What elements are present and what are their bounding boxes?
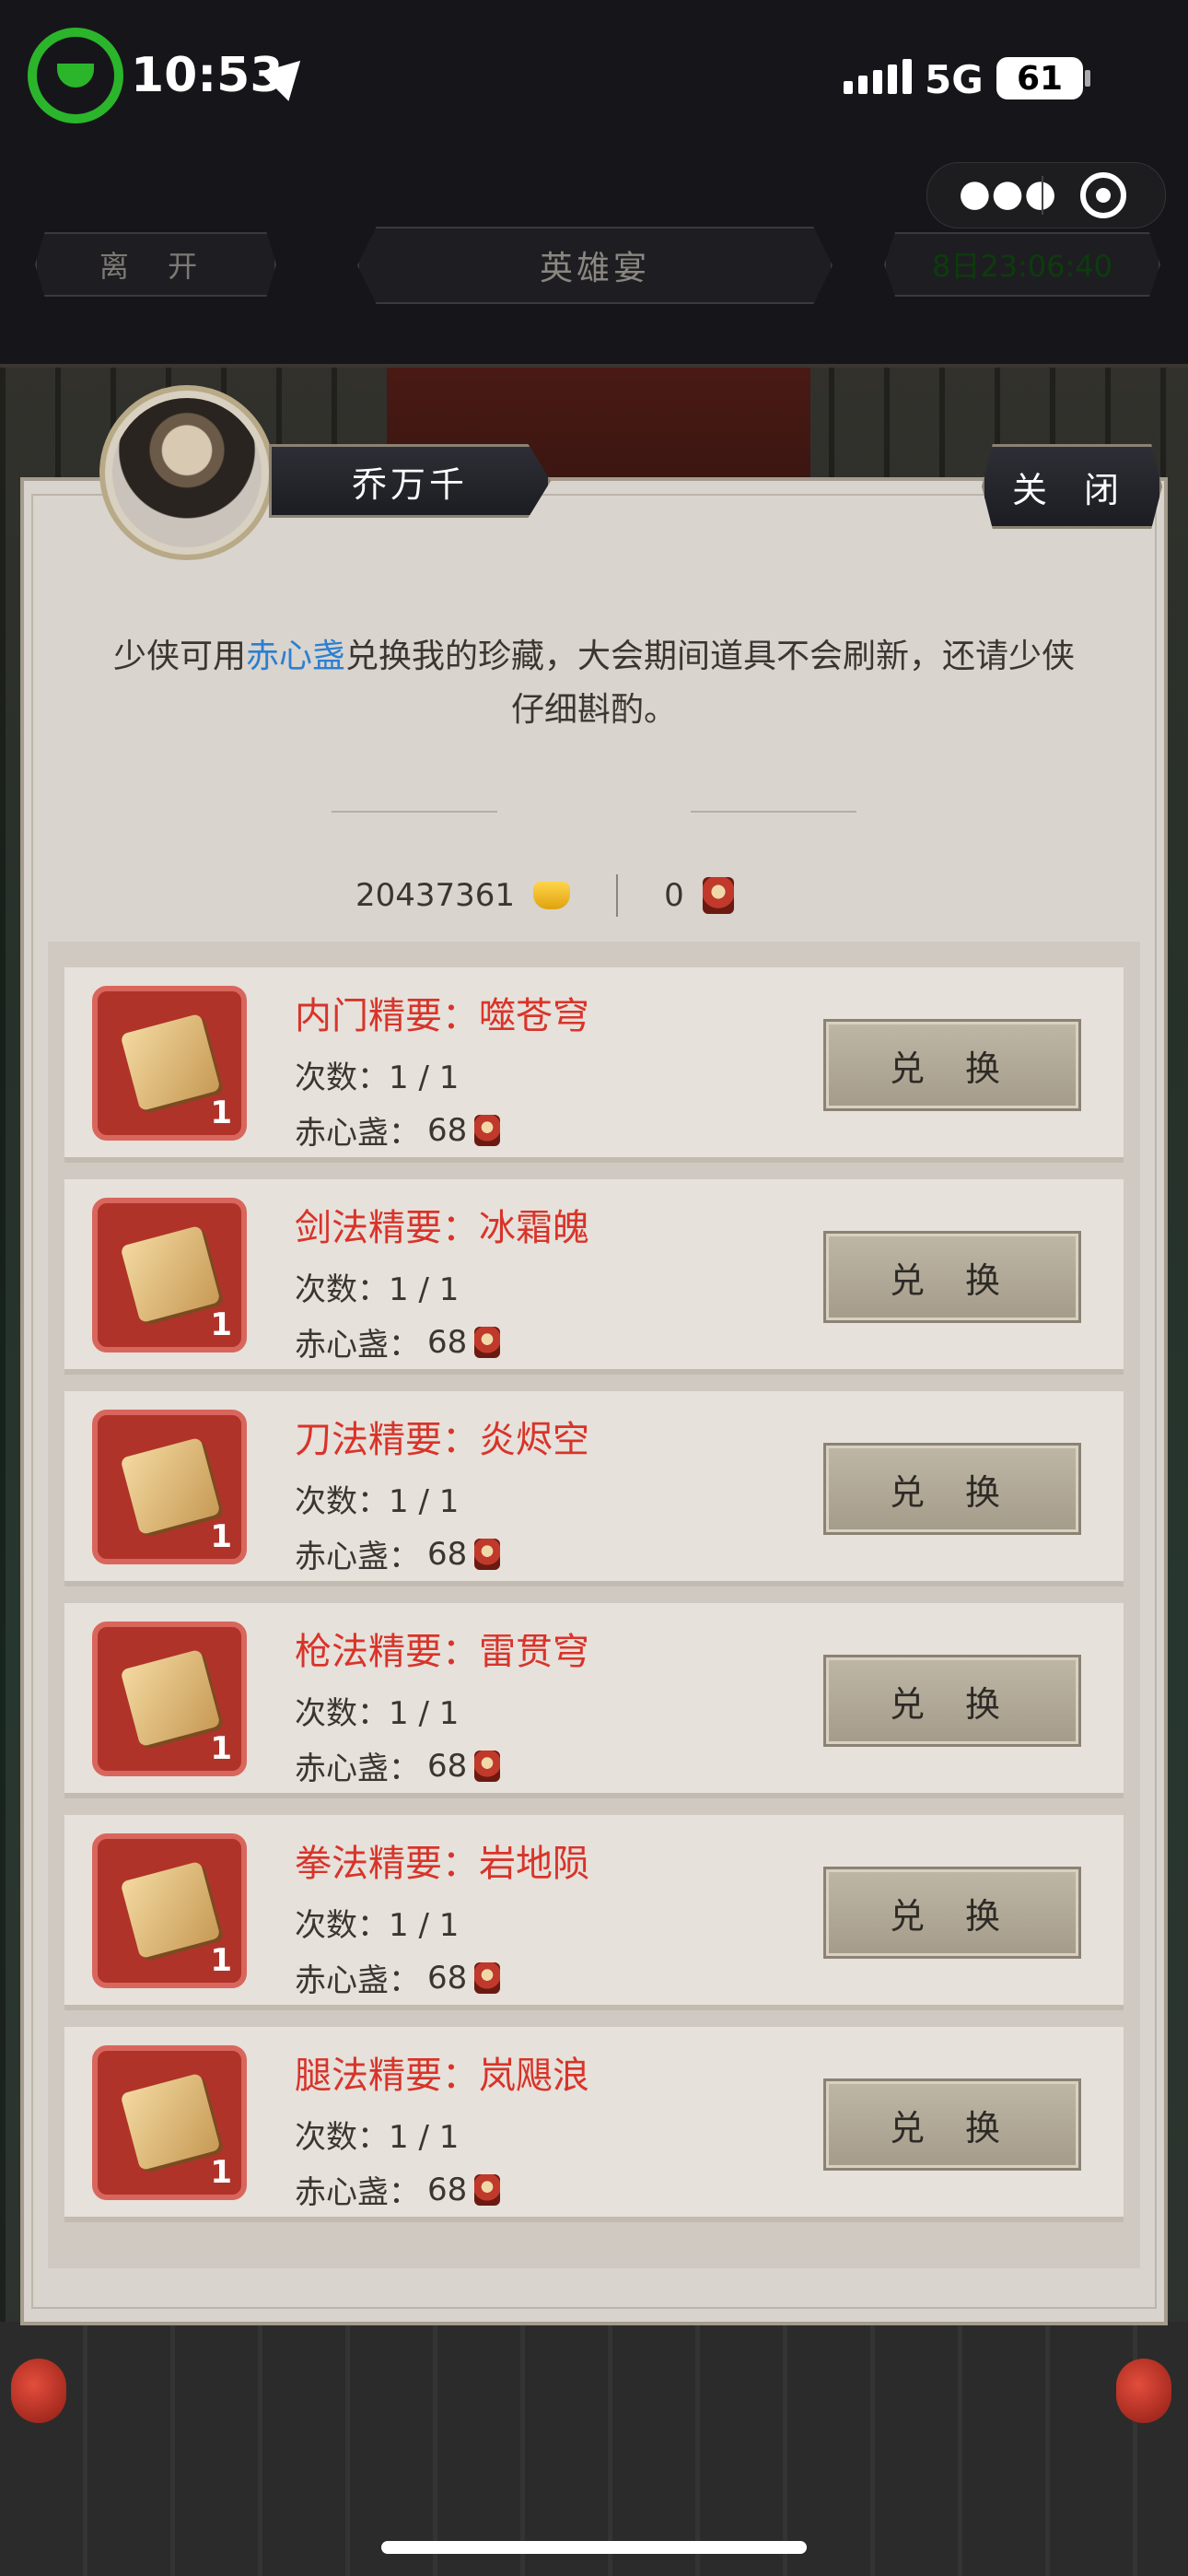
home-indicator[interactable] xyxy=(381,2541,807,2554)
status-time: 10:53 xyxy=(131,48,284,103)
redeem-button[interactable]: 兑 换 xyxy=(823,2078,1081,2171)
item-cost: 赤心盏： 68 xyxy=(295,1955,501,2000)
capsule-divider xyxy=(1042,176,1043,215)
chixinzhan-amount: 0 xyxy=(664,877,684,914)
manual-book-icon[interactable]: 1 xyxy=(92,1622,247,1776)
item-cost: 赤心盏： 68 xyxy=(295,2167,501,2212)
chixinzhan-icon xyxy=(474,1750,501,1782)
chixinzhan-icon xyxy=(474,1961,501,1994)
item-times: 次数：1 / 1 xyxy=(295,1483,460,1520)
wechat-recording-icon[interactable] xyxy=(28,28,123,123)
chixinzhan-icon xyxy=(474,1114,501,1146)
divider-ornament-right xyxy=(691,811,856,813)
list-item: 1 拳法精要：岩地陨 次数：1 / 1 赤心盏： 68 兑 换 xyxy=(64,1815,1124,2010)
item-name: 剑法精要：冰霜魄 xyxy=(295,1207,589,1249)
divider-ornament-left xyxy=(332,811,497,813)
item-cost: 赤心盏： 68 xyxy=(295,1531,501,1576)
list-item: 1 枪法精要：雷贯穹 次数：1 / 1 赤心盏： 68 兑 换 xyxy=(64,1603,1124,1798)
close-miniprogram-icon[interactable] xyxy=(1080,172,1126,218)
currency-separator xyxy=(616,874,619,917)
item-cost: 赤心盏： 68 xyxy=(295,1107,501,1153)
gold-amount: 20437361 xyxy=(355,877,516,914)
redeem-button[interactable]: 兑 换 xyxy=(823,1019,1081,1111)
network-type: 5G xyxy=(925,57,984,102)
redeem-button[interactable]: 兑 换 xyxy=(823,1231,1081,1323)
battery-icon: 61 xyxy=(996,57,1083,100)
item-name: 刀法精要：炎烬空 xyxy=(295,1419,589,1461)
item-cost: 赤心盏： 68 xyxy=(295,1743,501,1788)
close-button[interactable]: 关 闭 xyxy=(982,444,1162,529)
item-name: 腿法精要：岚飓浪 xyxy=(295,2055,589,2097)
manual-book-icon[interactable]: 1 xyxy=(92,1198,247,1352)
lantern-left xyxy=(11,2359,66,2423)
page-title: 英雄宴 xyxy=(357,227,833,304)
chixinzhan-icon xyxy=(702,877,734,914)
item-times: 次数：1 / 1 xyxy=(295,1695,460,1732)
chixinzhan-icon xyxy=(474,2173,501,2206)
battery-tip xyxy=(1085,70,1090,87)
redeem-button[interactable]: 兑 换 xyxy=(823,1655,1081,1747)
item-cost: 赤心盏： 68 xyxy=(295,1319,501,1364)
signal-icon xyxy=(844,59,912,94)
list-item: 1 腿法精要：岚飓浪 次数：1 / 1 赤心盏： 68 兑 换 xyxy=(64,2027,1124,2222)
manual-book-icon[interactable]: 1 xyxy=(92,986,247,1141)
list-item: 1 内门精要：噬苍穹 次数：1 / 1 赤心盏： 68 兑 换 xyxy=(64,967,1124,1163)
manual-book-icon[interactable]: 1 xyxy=(92,1410,247,1564)
manual-book-icon[interactable]: 1 xyxy=(92,1833,247,1988)
event-timer: 8日23:06:40 xyxy=(884,232,1160,297)
npc-name: 乔万千 xyxy=(269,444,551,518)
item-times: 次数：1 / 1 xyxy=(295,1907,460,1944)
more-icon[interactable]: ● ● ● xyxy=(959,175,1056,212)
item-times: 次数：1 / 1 xyxy=(295,1060,460,1096)
intro-text: 少侠可用赤心盏兑换我的珍藏，大会期间道具不会刷新，还请少侠仔细斟酌。 xyxy=(112,638,1076,729)
chixinzhan-icon xyxy=(474,1538,501,1570)
npc-avatar xyxy=(99,385,274,560)
leave-button[interactable]: 离 开 xyxy=(35,232,276,297)
list-item: 1 刀法精要：炎烬空 次数：1 / 1 赤心盏： 68 兑 换 xyxy=(64,1391,1124,1587)
courtyard-floor xyxy=(0,2322,1188,2576)
miniprogram-capsule: ● ● ● xyxy=(926,162,1166,228)
redeem-button[interactable]: 兑 换 xyxy=(823,1867,1081,1959)
item-name: 内门精要：噬苍穹 xyxy=(295,995,589,1037)
item-name: 拳法精要：岩地陨 xyxy=(295,1843,589,1885)
list-item: 1 剑法精要：冰霜魄 次数：1 / 1 赤心盏： 68 兑 换 xyxy=(64,1179,1124,1375)
chixinzhan-icon xyxy=(474,1326,501,1358)
lantern-right xyxy=(1116,2359,1171,2423)
manual-book-icon[interactable]: 1 xyxy=(92,2045,247,2200)
item-name: 枪法精要：雷贯穹 xyxy=(295,1631,589,1673)
item-times: 次数：1 / 1 xyxy=(295,1271,460,1308)
intro-highlight: 赤心盏 xyxy=(245,638,345,675)
currency-bar: 20437361 0 xyxy=(355,870,734,921)
redeem-button[interactable]: 兑 换 xyxy=(823,1443,1081,1535)
item-times: 次数：1 / 1 xyxy=(295,2119,460,2156)
gold-ingot-icon xyxy=(533,882,571,909)
